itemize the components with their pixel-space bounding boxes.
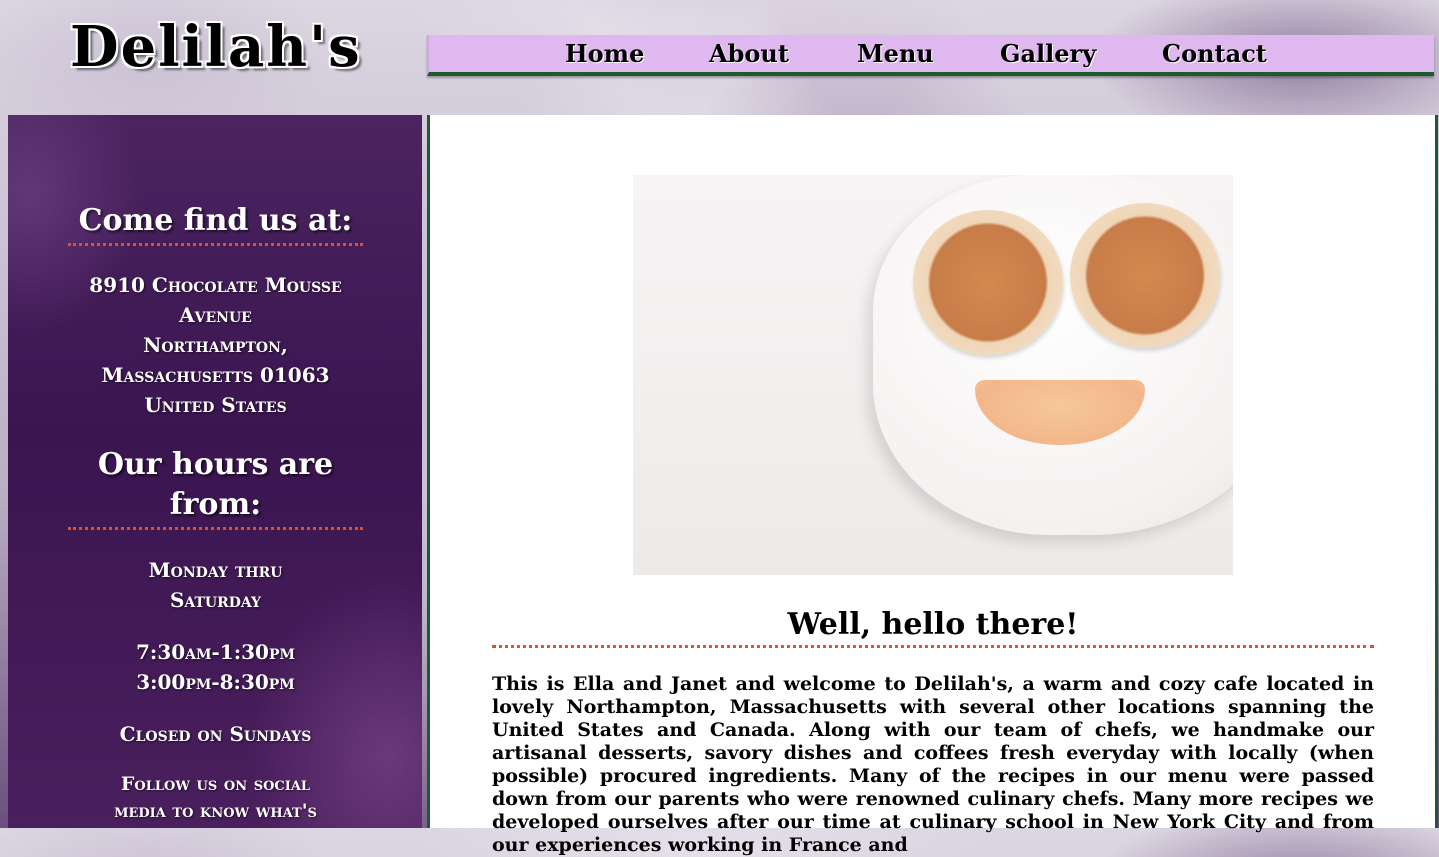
open-times: 7:30am-1:30pm 3:00pm-8:30pm bbox=[58, 637, 373, 697]
nav-contact[interactable]: Contact bbox=[1162, 39, 1267, 68]
address-line: Massachusetts 01063 bbox=[101, 363, 330, 387]
address-line: Northampton, bbox=[143, 333, 288, 357]
intro-paragraph: This is Ella and Janet and welcome to De… bbox=[492, 673, 1374, 856]
time-line: 3:00pm-8:30pm bbox=[136, 670, 295, 694]
follow-line: Follow us on social bbox=[120, 773, 311, 795]
address-line: Avenue bbox=[179, 303, 252, 327]
open-days: Monday thru Saturday bbox=[58, 555, 373, 615]
address-line: 8910 Chocolate Mousse bbox=[89, 273, 342, 297]
days-line: Monday thru bbox=[148, 558, 283, 582]
find-us-heading: Come find us at: bbox=[68, 201, 363, 246]
follow-line: media to know what's bbox=[114, 800, 317, 822]
pancake-right bbox=[1070, 203, 1220, 348]
sidebar: Come find us at: 8910 Chocolate Mousse A… bbox=[8, 115, 422, 828]
address: 8910 Chocolate Mousse Avenue Northampton… bbox=[58, 270, 373, 420]
closed-note: Closed on Sundays bbox=[119, 722, 312, 746]
nav-menu[interactable]: Menu bbox=[857, 39, 934, 68]
days-line: Saturday bbox=[169, 588, 262, 612]
hero-image bbox=[633, 175, 1233, 575]
main-nav: Home About Menu Gallery Contact bbox=[427, 35, 1434, 76]
nav-about[interactable]: About bbox=[709, 39, 789, 68]
nav-home[interactable]: Home bbox=[565, 39, 644, 68]
address-line: United States bbox=[144, 393, 287, 417]
main-content: Well, hello there! This is Ella and Jane… bbox=[427, 115, 1438, 856]
hours-heading: Our hours are from: bbox=[68, 445, 363, 530]
greeting-heading: Well, hello there! bbox=[492, 605, 1374, 648]
time-line: 7:30am-1:30pm bbox=[136, 640, 295, 664]
nav-gallery[interactable]: Gallery bbox=[1000, 39, 1096, 68]
social-follow: Follow us on social media to know what's bbox=[58, 771, 373, 825]
pancake-left bbox=[913, 210, 1063, 355]
site-logo[interactable]: Delilah's bbox=[70, 14, 362, 80]
